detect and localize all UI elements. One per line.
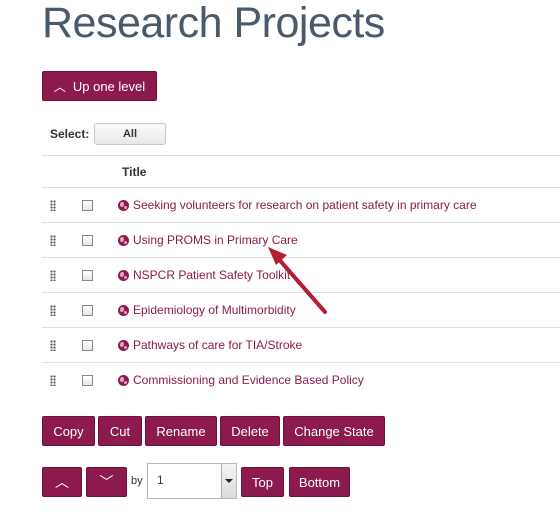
- move-to-bottom-button[interactable]: Bottom: [289, 467, 350, 497]
- chevron-down-icon: ﹀: [99, 474, 114, 490]
- select-label: Select:: [50, 127, 90, 141]
- globe-icon: [118, 200, 129, 211]
- drag-handle-icon[interactable]: [50, 340, 56, 351]
- page-title: Research Projects: [42, 0, 385, 47]
- globe-icon: [118, 340, 129, 351]
- globe-icon: [118, 235, 129, 246]
- select-all-button[interactable]: All: [94, 123, 166, 145]
- globe-icon: [118, 270, 129, 281]
- row-checkbox[interactable]: [82, 340, 93, 351]
- table-row: Using PROMS in Primary Care: [42, 223, 560, 258]
- move-amount-select[interactable]: 1: [147, 463, 237, 499]
- row-checkbox[interactable]: [82, 270, 93, 281]
- chevron-up-icon: ︿: [55, 474, 69, 490]
- title-column-header[interactable]: Title: [122, 165, 146, 179]
- item-link[interactable]: Seeking volunteers for research on patie…: [133, 198, 477, 212]
- move-amount-value: 1: [157, 473, 164, 487]
- drag-handle-icon[interactable]: [50, 375, 56, 386]
- drag-handle-icon[interactable]: [50, 200, 56, 211]
- row-checkbox[interactable]: [82, 375, 93, 386]
- contents-table: Title Seeking volunteers for research on…: [42, 155, 560, 398]
- by-label: by: [131, 475, 143, 487]
- up-one-level-button[interactable]: ︿ Up one level: [42, 71, 157, 101]
- item-link[interactable]: Using PROMS in Primary Care: [133, 233, 298, 247]
- item-link[interactable]: Pathways of care for TIA/Stroke: [133, 338, 302, 352]
- move-down-button[interactable]: ﹀: [86, 467, 127, 497]
- move-to-top-button[interactable]: Top: [241, 467, 284, 497]
- table-header: Title: [42, 155, 560, 188]
- globe-icon: [118, 305, 129, 316]
- globe-icon: [118, 375, 129, 386]
- drag-handle-icon[interactable]: [50, 235, 56, 246]
- rename-button[interactable]: Rename: [145, 416, 217, 446]
- drag-handle-icon[interactable]: [50, 305, 56, 316]
- move-up-button[interactable]: ︿: [42, 467, 82, 497]
- row-checkbox[interactable]: [82, 305, 93, 316]
- item-link[interactable]: Commissioning and Evidence Based Policy: [133, 373, 364, 387]
- up-one-level-label: Up one level: [72, 78, 146, 94]
- table-row: Pathways of care for TIA/Stroke: [42, 328, 560, 363]
- drag-handle-icon[interactable]: [50, 270, 56, 281]
- table-row: Epidemiology of Multimorbidity: [42, 293, 560, 328]
- cut-button[interactable]: Cut: [98, 416, 142, 446]
- delete-button[interactable]: Delete: [220, 416, 280, 446]
- chevron-up-icon: ︿: [53, 79, 66, 94]
- item-link[interactable]: NSPCR Patient Safety Toolkit: [133, 268, 290, 282]
- item-link[interactable]: Epidemiology of Multimorbidity: [133, 303, 296, 317]
- change-state-button[interactable]: Change State: [283, 416, 385, 446]
- copy-button[interactable]: Copy: [42, 416, 95, 446]
- row-checkbox[interactable]: [82, 200, 93, 211]
- table-row: Seeking volunteers for research on patie…: [42, 188, 560, 223]
- table-row: NSPCR Patient Safety Toolkit: [42, 258, 560, 293]
- dropdown-arrow-icon[interactable]: [221, 464, 236, 498]
- row-checkbox[interactable]: [82, 235, 93, 246]
- table-row: Commissioning and Evidence Based Policy: [42, 363, 560, 398]
